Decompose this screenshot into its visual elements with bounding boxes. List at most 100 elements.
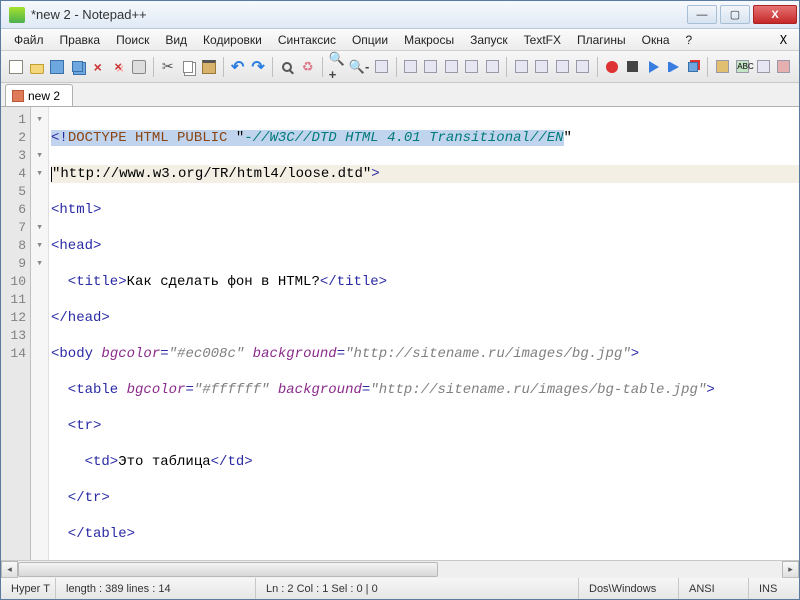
menu-windows[interactable]: Окна: [635, 31, 677, 49]
redo-button[interactable]: ↷: [249, 56, 267, 78]
zoom-in-button[interactable]: 🔍+: [328, 56, 346, 78]
fold-marker: [31, 201, 48, 219]
scroll-right-button[interactable]: ▸: [782, 561, 799, 578]
minimize-button[interactable]: —: [687, 5, 717, 24]
zoom-in-icon: 🔍+: [329, 51, 345, 82]
code-line-5[interactable]: <title>Как сделать фон в HTML?</title>: [51, 273, 799, 291]
menu-help[interactable]: ?: [679, 31, 700, 49]
fold-marker[interactable]: ▾: [31, 147, 48, 165]
indent-guide-button[interactable]: [442, 56, 460, 78]
fold-marker[interactable]: ▾: [31, 165, 48, 183]
find-button[interactable]: [278, 56, 296, 78]
code-line-2[interactable]: "http://www.w3.org/TR/html4/loose.dtd">: [51, 165, 799, 183]
toolbar-separator: [223, 57, 224, 77]
fold-marker[interactable]: ▾: [31, 111, 48, 129]
menu-file[interactable]: Файл: [7, 31, 51, 49]
line-number: 8: [1, 237, 26, 255]
scroll-thumb[interactable]: [18, 562, 438, 577]
toolbar-separator: [322, 57, 323, 77]
copy-button[interactable]: [179, 56, 197, 78]
code-line-7[interactable]: <body bgcolor="#ec008c" background="http…: [51, 345, 799, 363]
line-number-gutter: 1 2 3 4 5 6 7 8 9 10 11 12 13 14: [1, 107, 31, 560]
undo-icon: ↶: [231, 57, 244, 77]
menu-close-x[interactable]: X: [774, 33, 793, 47]
code-line-10[interactable]: <td>Это таблица</td>: [51, 453, 799, 471]
paste-icon: [202, 60, 216, 74]
toolbar-separator: [597, 57, 598, 77]
line-number: 9: [1, 255, 26, 273]
funclist-icon: [515, 60, 528, 73]
docmap-icon: [486, 60, 499, 73]
undo-button[interactable]: ↶: [229, 56, 247, 78]
titlebar: *new 2 - Notepad++ — ▢ X: [1, 1, 799, 29]
macro-record-button[interactable]: [602, 56, 620, 78]
userlang-button[interactable]: [462, 56, 480, 78]
menu-syntax[interactable]: Синтаксис: [271, 31, 343, 49]
code-line-8[interactable]: <table bgcolor="#ffffff" background="htt…: [51, 381, 799, 399]
record-icon: [606, 61, 618, 73]
macro-play-button[interactable]: [643, 56, 661, 78]
hidden-button[interactable]: [573, 56, 591, 78]
macro-save-button[interactable]: [684, 56, 702, 78]
cut-button[interactable]: ✂: [159, 56, 177, 78]
tab-new2[interactable]: new 2: [5, 84, 73, 106]
fold-marker[interactable]: ▾: [31, 255, 48, 273]
fold-button[interactable]: [532, 56, 550, 78]
line-number: 1: [1, 111, 26, 129]
close-file-button[interactable]: ×: [89, 56, 107, 78]
macro-stop-button[interactable]: [623, 56, 641, 78]
code-line-12[interactable]: </table>: [51, 525, 799, 543]
menu-options[interactable]: Опции: [345, 31, 395, 49]
fold-marker[interactable]: ▾: [31, 237, 48, 255]
code-line-3[interactable]: <html>: [51, 201, 799, 219]
menu-plugins[interactable]: Плагины: [570, 31, 633, 49]
scroll-left-button[interactable]: ◂: [1, 561, 18, 578]
close-all-button[interactable]: ×: [109, 56, 127, 78]
menubar: Файл Правка Поиск Вид Кодировки Синтакси…: [1, 29, 799, 51]
window-title: *new 2 - Notepad++: [31, 7, 687, 22]
replace-button[interactable]: ♻: [299, 56, 317, 78]
redo-icon: ↷: [251, 57, 264, 77]
code-line-1[interactable]: <!DOCTYPE HTML PUBLIC "-//W3C//DTD HTML …: [51, 129, 799, 147]
wordwrap-button[interactable]: [401, 56, 419, 78]
sync-vscroll-button[interactable]: [372, 56, 390, 78]
new-file-button[interactable]: [7, 56, 25, 78]
save-button[interactable]: [48, 56, 66, 78]
code-line-9[interactable]: <tr>: [51, 417, 799, 435]
fold-marker: [31, 291, 48, 309]
extra2-button[interactable]: ABC: [734, 56, 752, 78]
menu-textfx[interactable]: TextFX: [517, 31, 568, 49]
close-button[interactable]: X: [753, 5, 797, 24]
tabbar: new 2: [1, 83, 799, 107]
extra4-button[interactable]: [774, 56, 792, 78]
extra1-button[interactable]: [713, 56, 731, 78]
line-number: 10: [1, 273, 26, 291]
menu-view[interactable]: Вид: [158, 31, 194, 49]
macro-play-multi-button[interactable]: [664, 56, 682, 78]
allchars-button[interactable]: [422, 56, 440, 78]
fold-marker[interactable]: ▾: [31, 219, 48, 237]
paste-button[interactable]: [199, 56, 217, 78]
code-line-6[interactable]: </head>: [51, 309, 799, 327]
save-all-button[interactable]: [68, 56, 86, 78]
menu-run[interactable]: Запуск: [463, 31, 515, 49]
fold-marker: [31, 129, 48, 147]
fold-marker: [31, 309, 48, 327]
zoom-out-button[interactable]: 🔍-: [348, 56, 370, 78]
maximize-button[interactable]: ▢: [720, 5, 750, 24]
funclist-button[interactable]: [512, 56, 530, 78]
menu-edit[interactable]: Правка: [53, 31, 108, 49]
fold-marker: [31, 327, 48, 345]
code-line-4[interactable]: <head>: [51, 237, 799, 255]
scroll-track[interactable]: [18, 561, 782, 578]
menu-search[interactable]: Поиск: [109, 31, 156, 49]
code-area[interactable]: <!DOCTYPE HTML PUBLIC "-//W3C//DTD HTML …: [49, 107, 799, 560]
open-file-button[interactable]: [27, 56, 45, 78]
extra3-button[interactable]: [754, 56, 772, 78]
print-button[interactable]: [129, 56, 147, 78]
unfold-button[interactable]: [553, 56, 571, 78]
docmap-button[interactable]: [483, 56, 501, 78]
menu-encoding[interactable]: Кодировки: [196, 31, 269, 49]
menu-macros[interactable]: Макросы: [397, 31, 461, 49]
code-line-11[interactable]: </tr>: [51, 489, 799, 507]
